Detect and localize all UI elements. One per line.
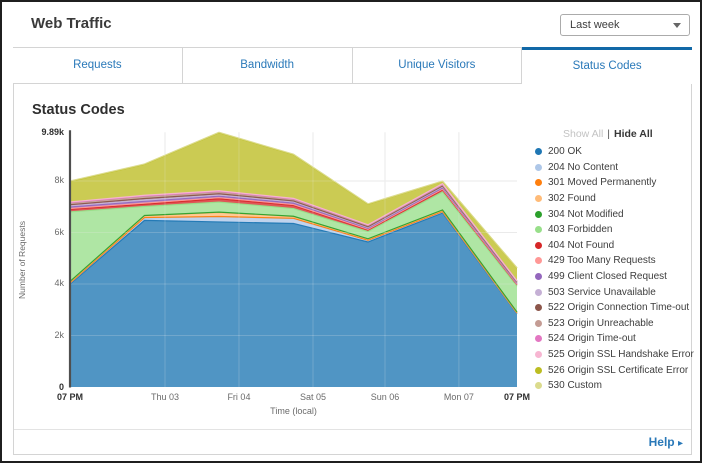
legend-color-dot — [535, 320, 542, 327]
x-tick-label: Sun 06 — [355, 392, 415, 402]
legend-item-label: 524 Origin Time-out — [548, 333, 636, 344]
legend-item-label: 530 Custom — [548, 380, 602, 391]
legend-item-label: 522 Origin Connection Time-out — [548, 302, 689, 313]
web-traffic-panel: Web Traffic Last week Requests Bandwidth… — [0, 0, 702, 463]
legend-color-dot — [535, 195, 542, 202]
legend-item[interactable]: 429 Too Many Requests — [535, 253, 695, 269]
chart-title: Status Codes — [32, 102, 125, 118]
legend-color-dot — [535, 164, 542, 171]
legend-item[interactable]: 522 Origin Connection Time-out — [535, 300, 695, 316]
help-arrow-icon: ▸ — [678, 438, 683, 449]
legend-color-dot — [535, 226, 542, 233]
x-tick-label: 07 PM — [40, 392, 100, 402]
legend-item[interactable]: 525 Origin SSL Handshake Error — [535, 347, 695, 363]
legend-item-label: 523 Origin Unreachable — [548, 318, 654, 329]
legend-item[interactable]: 523 Origin Unreachable — [535, 316, 695, 332]
y-tick-label: 9.89k — [14, 127, 64, 137]
legend-item[interactable]: 301 Moved Permanently — [535, 175, 695, 191]
x-tick-label: 07 PM — [487, 392, 547, 402]
legend-color-dot — [535, 367, 542, 374]
legend-color-dot — [535, 304, 542, 311]
legend-color-dot — [535, 179, 542, 186]
legend-color-dot — [535, 273, 542, 280]
y-tick-label: 2k — [14, 330, 64, 340]
legend-color-dot — [535, 211, 542, 218]
legend-item-label: 503 Service Unavailable — [548, 287, 656, 298]
legend-item-label: 204 No Content — [548, 162, 618, 173]
y-tick-label: 6k — [14, 227, 64, 237]
legend-item-label: 301 Moved Permanently — [548, 177, 656, 188]
x-tick-label: Mon 07 — [429, 392, 489, 402]
legend-item-label: 526 Origin SSL Certificate Error — [548, 365, 688, 376]
legend-color-dot — [535, 257, 542, 264]
legend-item[interactable]: 524 Origin Time-out — [535, 331, 695, 347]
x-tick-label: Fri 04 — [209, 392, 269, 402]
legend-color-dot — [535, 148, 542, 155]
legend-item-label: 429 Too Many Requests — [548, 255, 656, 266]
y-axis-title: Number of Requests — [17, 200, 29, 320]
legend-actions-separator: | — [607, 128, 610, 140]
legend-item-label: 404 Not Found — [548, 240, 614, 251]
y-tick-label: 4k — [14, 278, 64, 288]
legend-item[interactable]: 204 No Content — [535, 160, 695, 176]
y-tick-label: 0 — [14, 382, 64, 392]
x-axis-title: Time (local) — [70, 406, 517, 416]
legend-item[interactable]: 302 Found — [535, 191, 695, 207]
legend-color-dot — [535, 289, 542, 296]
legend-item-label: 403 Forbidden — [548, 224, 613, 235]
legend-item[interactable]: 404 Not Found — [535, 238, 695, 254]
x-tick-label: Sat 05 — [283, 392, 343, 402]
footer-divider — [14, 429, 691, 430]
legend-item-label: 525 Origin SSL Handshake Error — [548, 349, 694, 360]
show-all-button[interactable]: Show All — [563, 128, 603, 140]
legend-item-label: 200 OK — [548, 146, 582, 157]
legend-color-dot — [535, 351, 542, 358]
help-link[interactable]: Help ▸ — [649, 435, 683, 449]
legend-color-dot — [535, 335, 542, 342]
y-tick-label: 8k — [14, 175, 64, 185]
legend-item-label: 304 Not Modified — [548, 209, 624, 220]
legend-item-label: 499 Client Closed Request — [548, 271, 667, 282]
help-label: Help — [649, 435, 675, 449]
legend-item[interactable]: 503 Service Unavailable — [535, 284, 695, 300]
legend-color-dot — [535, 382, 542, 389]
legend-item[interactable]: 304 Not Modified — [535, 206, 695, 222]
hide-all-button[interactable]: Hide All — [614, 128, 653, 140]
legend-item-label: 302 Found — [548, 193, 596, 204]
legend-item[interactable]: 200 OK — [535, 144, 695, 160]
legend-item[interactable]: 530 Custom — [535, 378, 695, 394]
chart-legend: 200 OK 204 No Content 301 Moved Permanentl… — [535, 144, 695, 394]
legend-item[interactable]: 499 Client Closed Request — [535, 269, 695, 285]
x-tick-label: Thu 03 — [135, 392, 195, 402]
legend-item[interactable]: 526 Origin SSL Certificate Error — [535, 362, 695, 378]
legend-color-dot — [535, 242, 542, 249]
chart-area-series — [70, 132, 517, 387]
legend-item[interactable]: 403 Forbidden — [535, 222, 695, 238]
legend-actions: Show All | Hide All — [563, 128, 653, 140]
